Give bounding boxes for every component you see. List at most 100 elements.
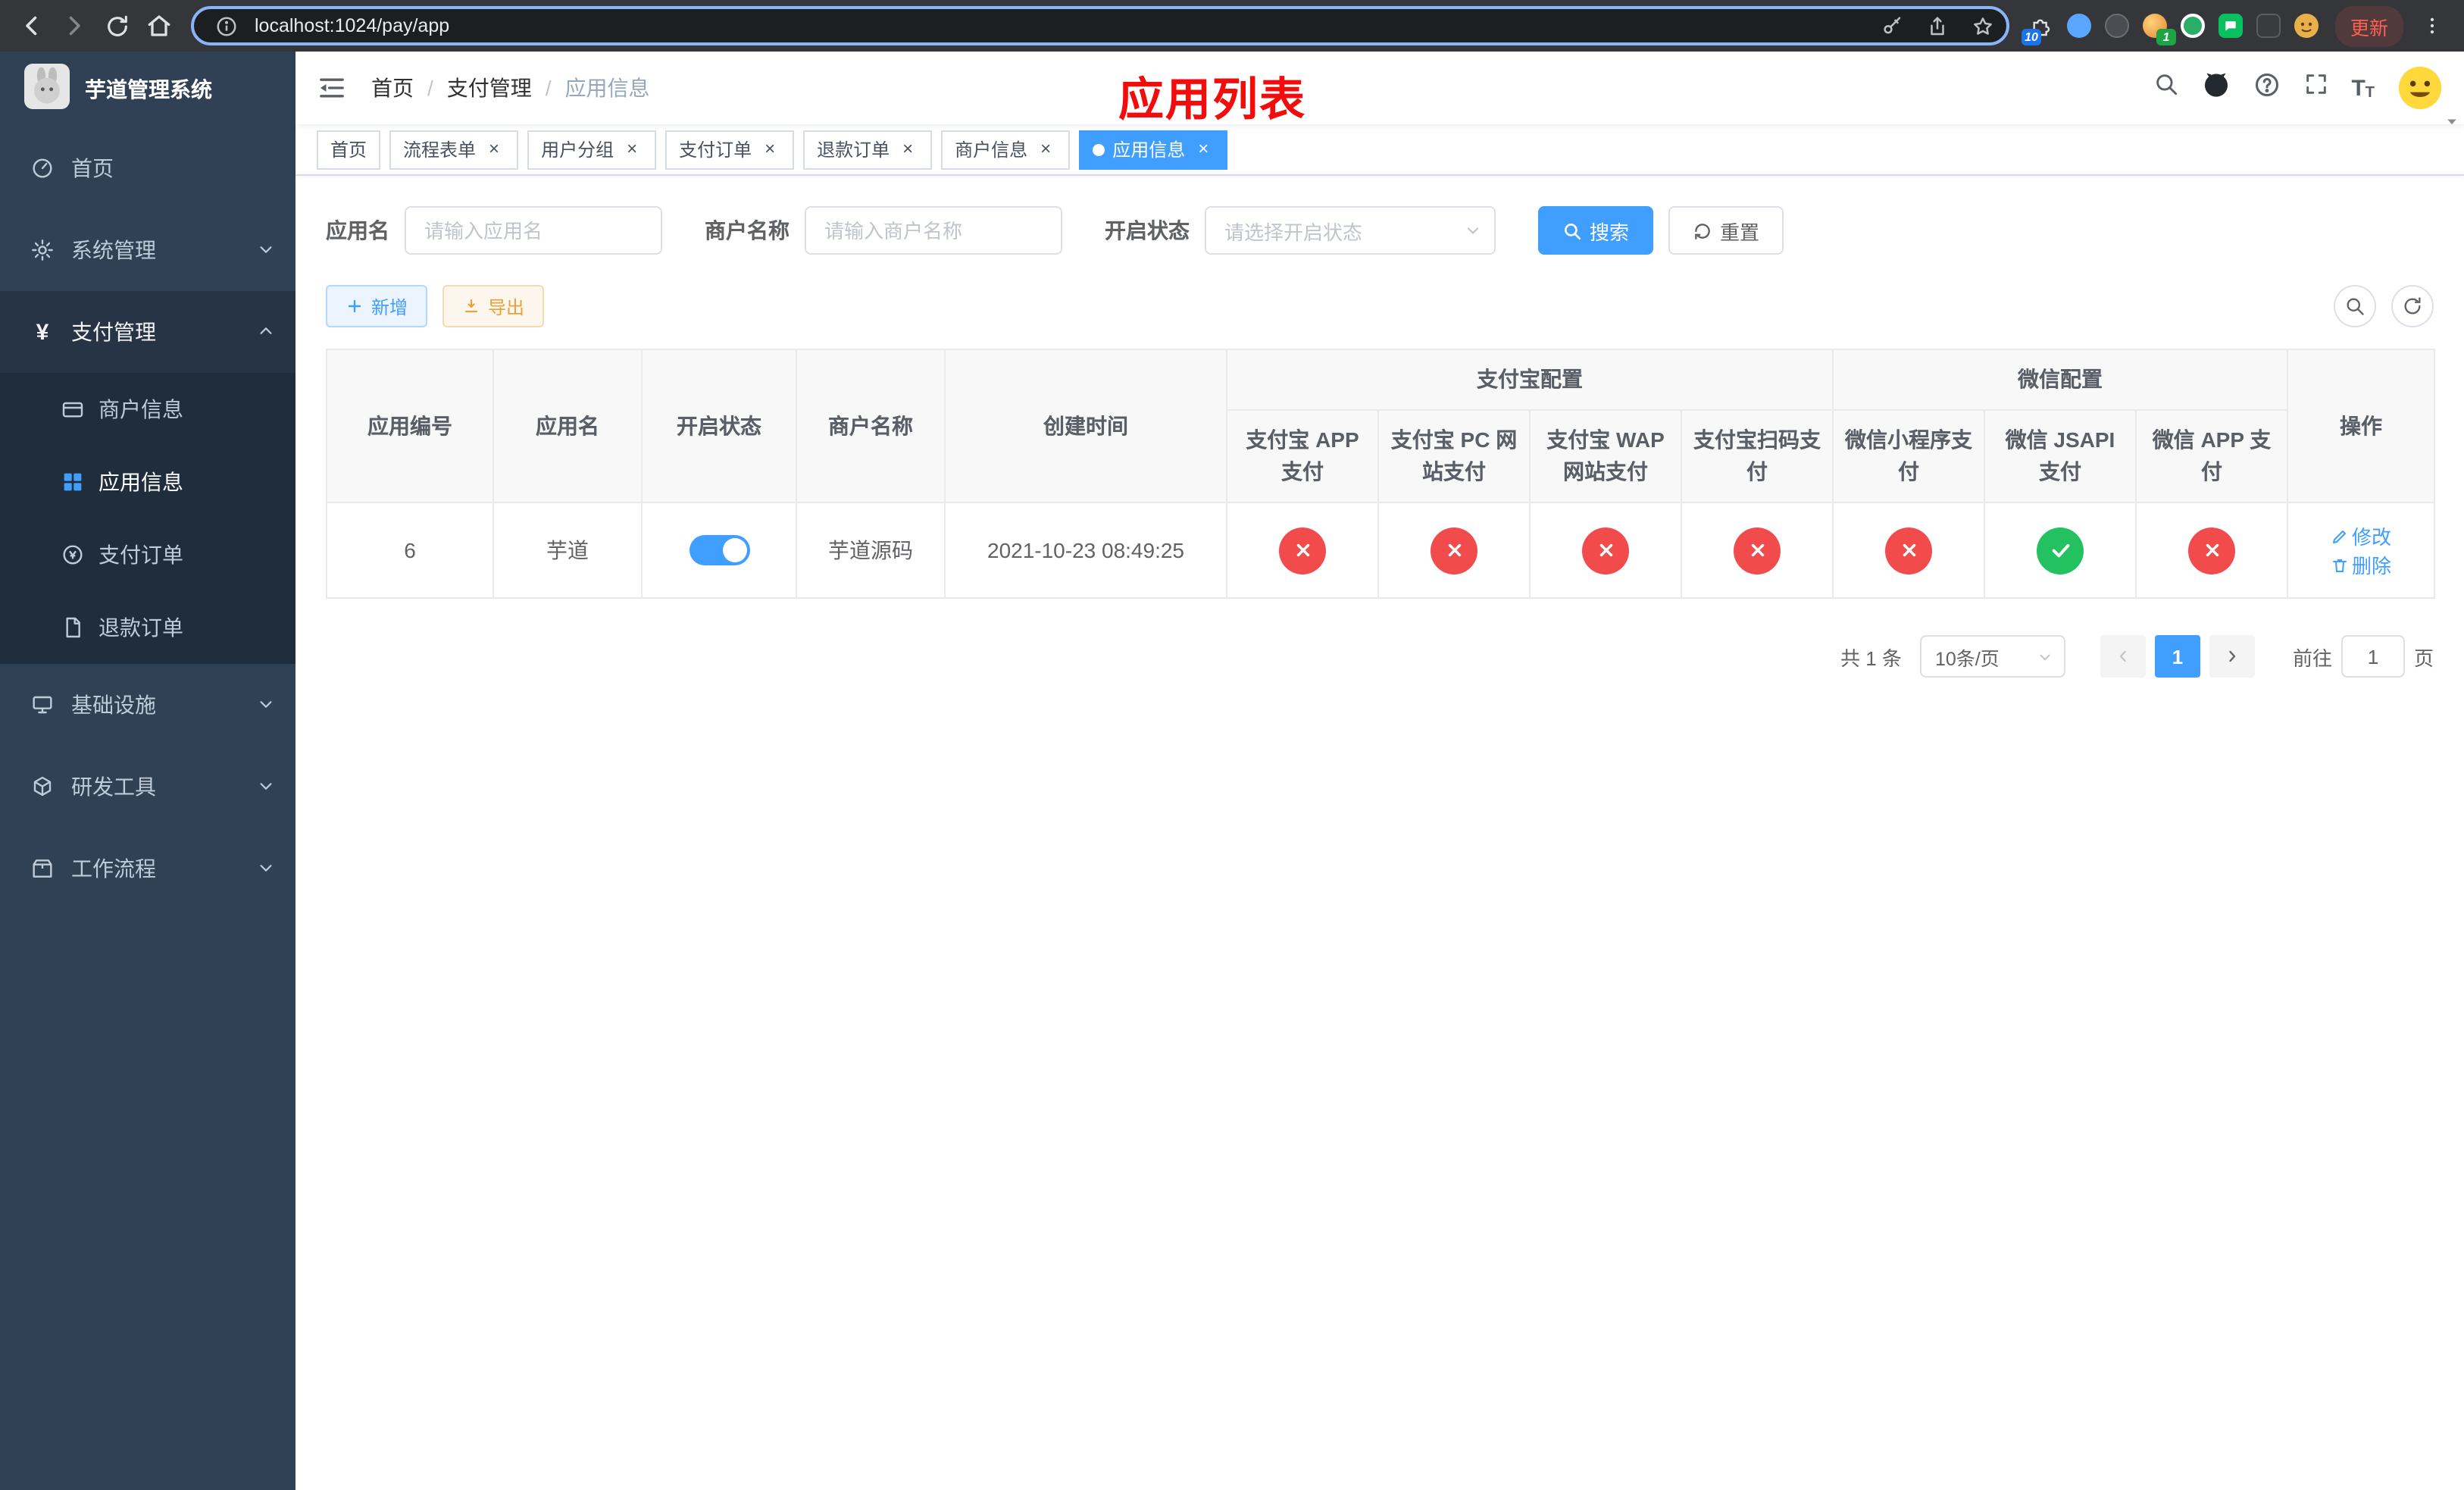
- tab-close-icon[interactable]: ×: [759, 138, 780, 160]
- sidebar-item-system[interactable]: 系统管理: [0, 209, 295, 291]
- tab-close-icon[interactable]: ×: [1035, 138, 1056, 160]
- monitor-icon: [30, 693, 55, 717]
- tab-refund-orders[interactable]: 退款订单 ×: [803, 130, 933, 169]
- merchant-name-input[interactable]: [805, 206, 1062, 255]
- breadcrumb: 首页 / 支付管理 / 应用信息: [371, 73, 650, 103]
- breadcrumb-separator: /: [427, 76, 433, 100]
- page-info-icon[interactable]: [209, 9, 242, 42]
- filter-form: 应用名 商户名称 开启状态 请选择开启状态: [326, 206, 2434, 255]
- sidebar-item-dev-tools[interactable]: 研发工具: [0, 746, 295, 828]
- tab-close-icon[interactable]: ×: [1193, 138, 1214, 160]
- font-size-icon[interactable]: TT: [2351, 75, 2375, 101]
- row-edit-button[interactable]: 修改: [2331, 521, 2391, 550]
- reset-button[interactable]: 重置: [1668, 206, 1784, 255]
- navbar-search-icon[interactable]: [2153, 71, 2178, 105]
- tab-close-icon[interactable]: ×: [897, 138, 918, 160]
- browser-menu-icon[interactable]: [2412, 6, 2452, 45]
- reload-icon[interactable]: [97, 6, 136, 45]
- sidebar-item-app-info[interactable]: 应用信息: [0, 446, 295, 518]
- menu-fold-icon[interactable]: [317, 73, 347, 103]
- sidebar-item-infrastructure[interactable]: 基础设施: [0, 664, 295, 746]
- page-annotation-title: 应用列表: [1118, 76, 1306, 126]
- navbar-actions: TT: [2153, 65, 2443, 111]
- status-select[interactable]: 请选择开启状态: [1205, 206, 1496, 255]
- sidebar-item-payment-orders[interactable]: 支付订单: [0, 518, 295, 591]
- col-alipay-pc: 支付宝 PC 网站支付: [1377, 409, 1531, 503]
- extension-dark-globe-icon[interactable]: [2103, 12, 2131, 39]
- sidebar-item-label: 基础设施: [71, 693, 156, 717]
- help-icon[interactable]: [2253, 70, 2280, 105]
- export-button[interactable]: 导出: [442, 285, 545, 327]
- sidebar-item-merchant-info[interactable]: 商户信息: [0, 373, 295, 446]
- sidebar-item-home[interactable]: 首页: [0, 127, 295, 209]
- breadcrumb-payment[interactable]: 支付管理: [447, 73, 532, 103]
- page-size-select[interactable]: 10条/页: [1919, 635, 2065, 678]
- extension-green-circle-icon[interactable]: [2179, 12, 2206, 39]
- extension-pin-icon[interactable]: [2065, 12, 2093, 39]
- delete-label: 删除: [2351, 555, 2391, 578]
- breadcrumb-home[interactable]: 首页: [371, 73, 414, 103]
- url-bar[interactable]: localhost:1024/pay/app: [191, 6, 2009, 45]
- goto-page-input[interactable]: [2340, 635, 2405, 678]
- back-icon[interactable]: [12, 6, 52, 45]
- col-wechat-app: 微信 APP 支付: [2135, 409, 2288, 503]
- add-button[interactable]: 新增: [326, 285, 428, 327]
- share-icon[interactable]: [1921, 9, 1955, 42]
- col-wechat-mini: 微信小程序支付: [1832, 409, 1985, 503]
- hide-search-icon[interactable]: [2334, 285, 2376, 327]
- password-key-icon[interactable]: [1876, 9, 1909, 42]
- tab-payment-orders[interactable]: 支付订单 ×: [665, 130, 795, 169]
- extension-wechat-devtools-icon[interactable]: [2217, 12, 2244, 39]
- config-status-icon: [2188, 527, 2235, 574]
- page-number-button[interactable]: 1: [2154, 635, 2200, 678]
- config-status-icon: [1279, 527, 1326, 574]
- status-select-placeholder: 请选择开启状态: [1224, 221, 1363, 243]
- tab-close-icon[interactable]: ×: [621, 138, 643, 160]
- fullscreen-icon[interactable]: [2303, 71, 2328, 105]
- goto-label: 前往: [2292, 646, 2332, 669]
- sidebar-item-payment[interactable]: ¥ 支付管理: [0, 291, 295, 373]
- forward-icon[interactable]: [55, 6, 94, 45]
- grid-icon: [61, 470, 85, 494]
- tags-view: 首页 流程表单 × 用户分组 × 支付订单 × 退款订单 × 商户信息 × 应用信息 ×: [295, 124, 2464, 176]
- next-page-button[interactable]: [2209, 635, 2255, 678]
- extensions-puzzle-icon[interactable]: 10: [2021, 12, 2055, 45]
- sidebar-item-workflow[interactable]: 工作流程: [0, 828, 295, 909]
- search-button[interactable]: 搜索: [1538, 206, 1654, 255]
- home-icon[interactable]: [139, 6, 179, 45]
- avatar-caret-icon[interactable]: [2444, 109, 2459, 136]
- cell-wechat-app: [2135, 502, 2288, 599]
- status-label: 开启状态: [1105, 218, 1190, 243]
- refresh-icon[interactable]: [2391, 285, 2434, 327]
- document-icon: [61, 615, 85, 640]
- tab-close-icon[interactable]: ×: [483, 138, 505, 160]
- extension-monkey-icon[interactable]: [2293, 12, 2320, 39]
- config-status-icon: [1885, 527, 1932, 574]
- row-delete-button[interactable]: 删除: [2331, 550, 2391, 579]
- github-icon[interactable]: [2201, 70, 2230, 106]
- tab-app-info[interactable]: 应用信息 ×: [1079, 130, 1228, 169]
- tab-user-group[interactable]: 用户分组 ×: [527, 130, 657, 169]
- user-avatar[interactable]: [2397, 65, 2443, 111]
- box-icon: [30, 856, 55, 881]
- tab-process-form[interactable]: 流程表单 ×: [389, 130, 519, 169]
- tab-merchant-info[interactable]: 商户信息 ×: [941, 130, 1071, 169]
- row-status-toggle[interactable]: [689, 535, 749, 565]
- extension-puzzle-dark-icon[interactable]: [2255, 12, 2282, 39]
- profile-avatar-icon[interactable]: 1: [2141, 12, 2176, 45]
- sidebar-item-refund-orders[interactable]: 退款订单: [0, 591, 295, 664]
- app-logo-row[interactable]: 芋道管理系统: [0, 52, 295, 127]
- bookmark-star-icon[interactable]: [1967, 9, 2000, 42]
- apps-table: 应用编号 应用名 开启状态 商户名称 创建时间 支付宝配置 微信配置 操作 支付…: [326, 349, 2435, 599]
- tab-home[interactable]: 首页: [317, 130, 381, 169]
- browser-update-button[interactable]: 更新: [2334, 5, 2403, 46]
- col-app-id: 应用编号: [326, 349, 494, 503]
- app-name-input[interactable]: [405, 206, 662, 255]
- bank-card-icon: [61, 397, 85, 421]
- prev-page-button[interactable]: [2100, 635, 2146, 678]
- col-alipay-scan: 支付宝扫码支付: [1681, 409, 1834, 503]
- chevron-down-icon: [1464, 221, 1482, 239]
- tab-label: 应用信息: [1112, 139, 1186, 161]
- pagination: 共 1 条 10条/页 1 前往 页: [326, 635, 2434, 678]
- tab-label: 流程表单: [403, 139, 477, 161]
